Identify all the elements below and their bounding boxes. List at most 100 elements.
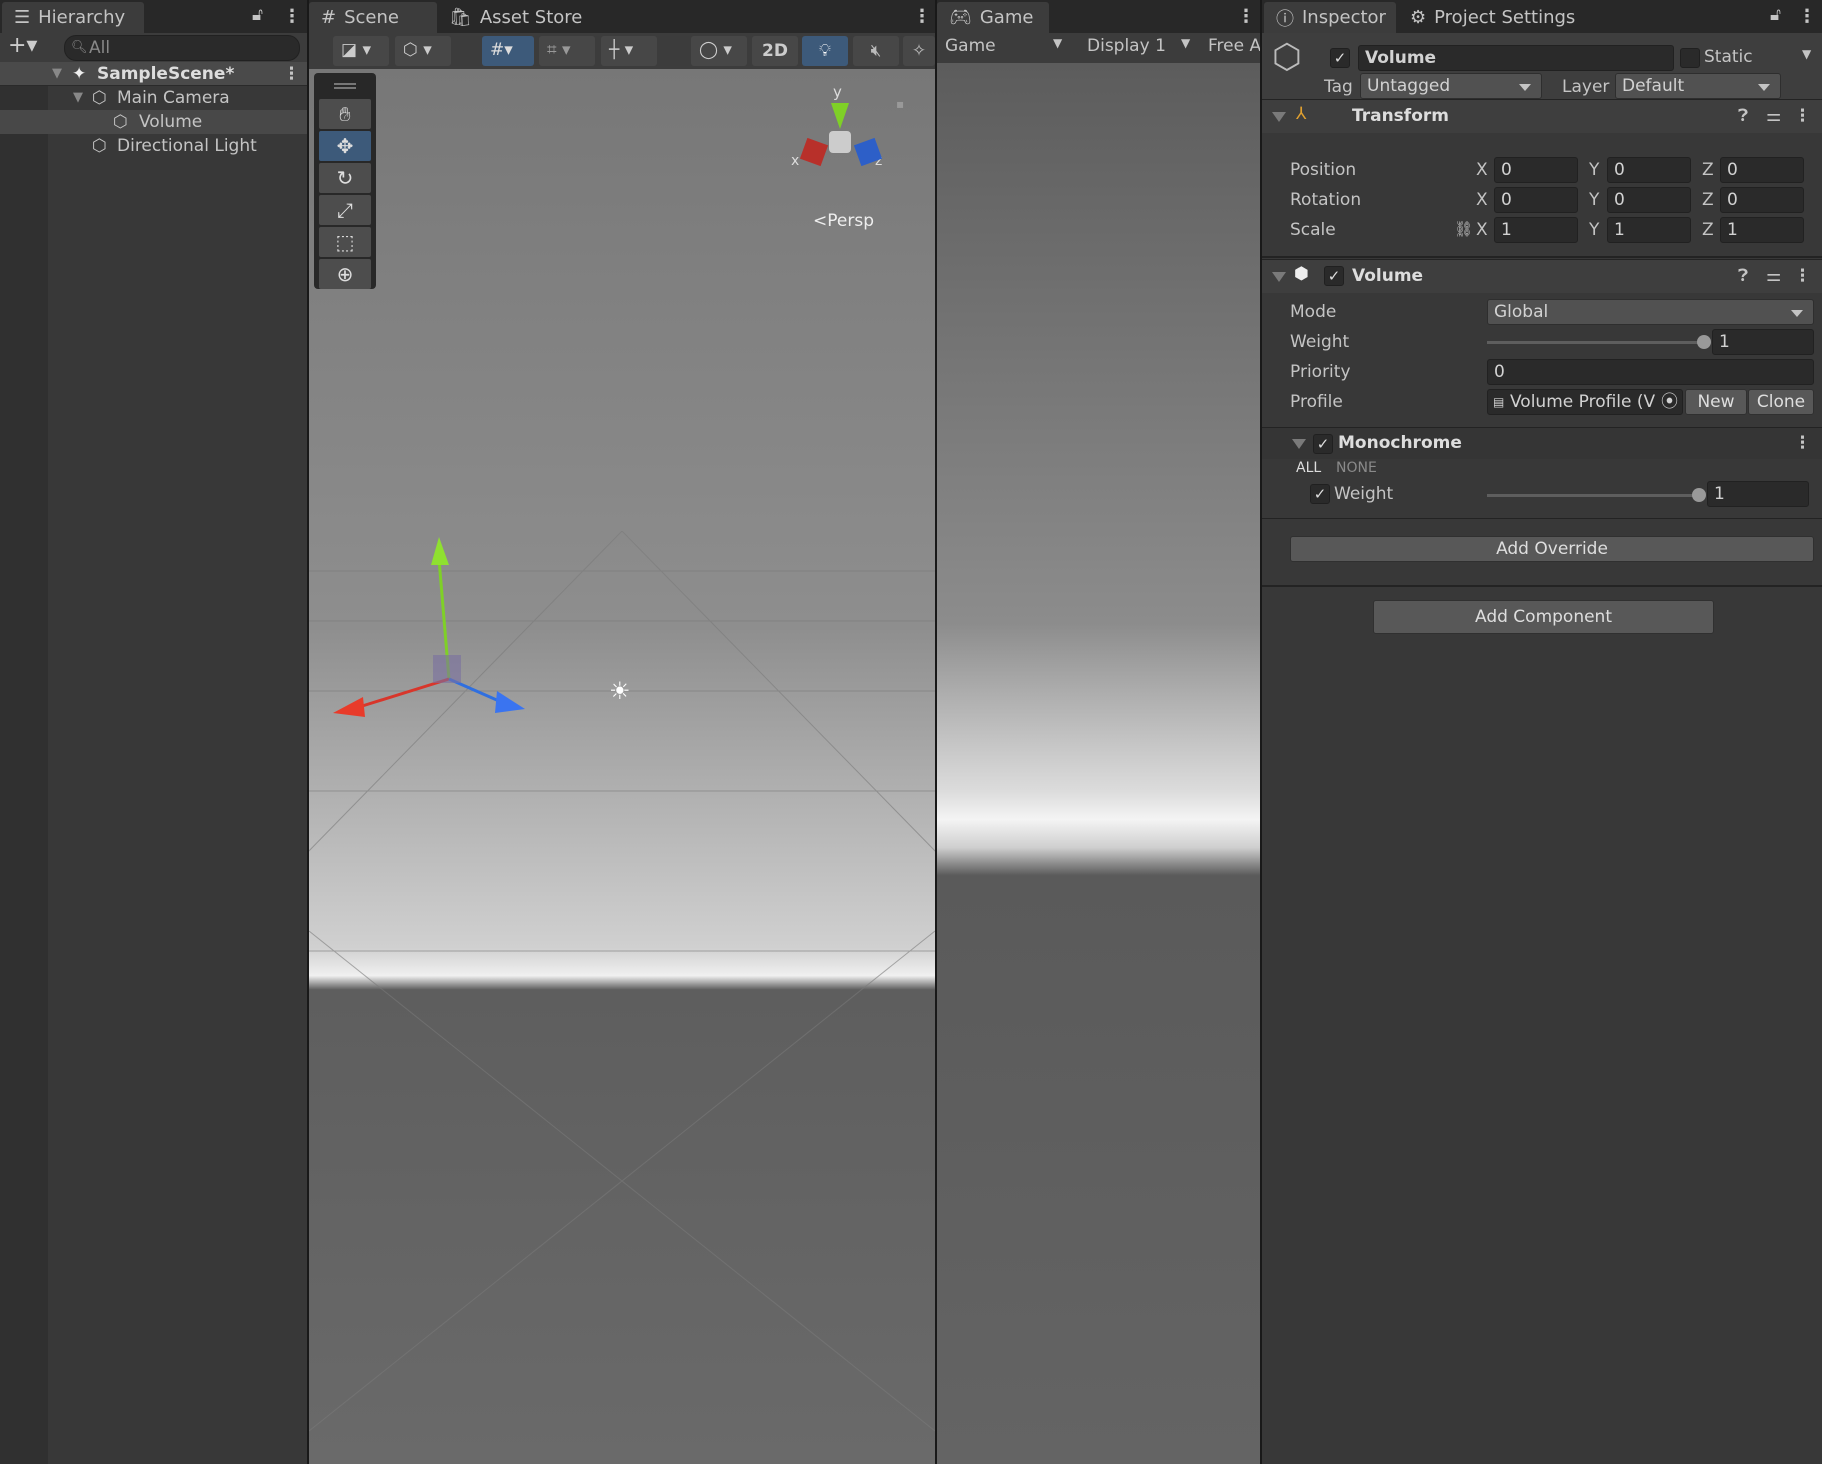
gameobject-cube-icon[interactable]: ⬡ <box>1272 37 1302 77</box>
active-checkbox[interactable]: ✓ <box>1330 48 1350 68</box>
position-y-input[interactable]: 0 <box>1607 157 1691 183</box>
move-tool-button[interactable]: ✥ <box>319 131 371 161</box>
game-view-dropdown[interactable]: Game ▼ <box>945 36 1071 56</box>
rotate-tool-button[interactable]: ↻ <box>319 163 371 193</box>
more-menu-icon[interactable]: ⋮ <box>1798 6 1816 27</box>
hierarchy-search-input[interactable]: All 🔍︎ <box>64 35 300 61</box>
transform-tool-button[interactable]: ⊕ <box>319 259 371 289</box>
priority-input[interactable]: 0 <box>1487 359 1814 385</box>
override-menu-icon[interactable]: ⋮ <box>1794 433 1811 453</box>
collapse-arrow-icon[interactable] <box>1272 272 1286 282</box>
position-x-input[interactable]: 0 <box>1494 157 1578 183</box>
add-override-button[interactable]: Add Override <box>1290 536 1814 562</box>
slider-thumb[interactable] <box>1697 335 1711 349</box>
rotation-x-input[interactable]: 0 <box>1494 187 1578 213</box>
weight-override-checkbox[interactable]: ✓ <box>1310 484 1330 504</box>
scale-y-input[interactable]: 1 <box>1607 217 1691 243</box>
scene-camera-dropdown[interactable]: ⬡ ▾ <box>395 36 451 66</box>
more-menu-icon[interactable]: ⋮ <box>283 6 301 27</box>
volume-header[interactable]: ⬢ ✓ Volume ❓︎ ⚌ ⋮ <box>1262 259 1822 293</box>
profile-value: Volume Profile (V <box>1510 392 1656 412</box>
profile-object-field[interactable]: ▤ Volume Profile (V ⦿ <box>1487 389 1683 415</box>
axis-label-x: X <box>1476 160 1488 180</box>
grid-snap-toggle[interactable]: #▾ <box>482 36 534 66</box>
add-component-button[interactable]: Add Component <box>1373 600 1714 634</box>
slider-thumb[interactable] <box>1692 488 1706 502</box>
tab-inspector[interactable]: ⓘ Inspector <box>1264 2 1396 33</box>
weight-input[interactable]: 1 <box>1712 329 1814 355</box>
constrain-proportions-icon[interactable]: ⛓︎ <box>1454 220 1473 238</box>
tab-asset-store[interactable]: 🛍︎ Asset Store <box>437 2 594 33</box>
static-checkbox[interactable] <box>1680 48 1700 68</box>
component-menu-icon[interactable]: ⋮ <box>1794 266 1811 286</box>
hierarchy-item-main-camera[interactable]: ▼ ⬡ Main Camera <box>0 86 307 110</box>
static-dropdown-icon[interactable]: ▼ <box>1802 47 1811 61</box>
tab-hierarchy[interactable]: ☰ Hierarchy <box>2 2 144 33</box>
monochrome-header[interactable]: ✓ Monochrome ⋮ <box>1262 427 1822 459</box>
new-profile-button[interactable]: New <box>1685 389 1747 415</box>
mono-weight-slider[interactable] <box>1487 488 1706 502</box>
weight-slider[interactable] <box>1487 335 1711 349</box>
orientation-gizmo[interactable]: y x z <box>789 83 909 183</box>
rect-tool-button[interactable]: ⬚ <box>319 227 371 257</box>
ruler-dropdown[interactable]: ┼ ▾ <box>601 36 657 66</box>
tag-dropdown[interactable]: Untagged <box>1360 73 1542 99</box>
rotation-y-input[interactable]: 0 <box>1607 187 1691 213</box>
collapse-arrow-icon[interactable] <box>1292 439 1306 449</box>
scale-x-input[interactable]: 1 <box>1494 217 1578 243</box>
volume-enabled-checkbox[interactable]: ✓ <box>1324 266 1344 286</box>
rotation-z-input[interactable]: 0 <box>1720 187 1804 213</box>
snap-increment-dropdown[interactable]: ⌗ ▾ <box>539 36 595 66</box>
tab-project-settings[interactable]: ⚙ Project Settings <box>1398 2 1587 33</box>
expand-arrow-icon[interactable]: ▼ <box>73 86 83 110</box>
item-label: Volume <box>139 112 203 132</box>
scene-tabbar: # Scene 🛍︎ Asset Store ⋮ <box>309 0 935 33</box>
overlay-drag-handle[interactable] <box>334 83 356 89</box>
2d-toggle[interactable]: 2D <box>752 36 798 66</box>
mode-dropdown[interactable]: Global <box>1487 299 1814 325</box>
gizmo-lock-icon[interactable]: ▪ <box>896 97 904 111</box>
transform-header[interactable]: ⅄ Transform ❓︎ ⚌ ⋮ <box>1262 99 1822 133</box>
select-none-button[interactable]: NONE <box>1336 460 1377 476</box>
more-menu-icon[interactable]: ⋮ <box>913 6 931 27</box>
audio-mute-icon[interactable]: 🔇︎ <box>853 36 899 66</box>
preset-icon[interactable]: ⚌ <box>1766 266 1781 286</box>
component-menu-icon[interactable]: ⋮ <box>1794 106 1811 126</box>
persp-toggle[interactable]: <Persp <box>813 211 874 231</box>
move-gizmo[interactable] <box>329 529 529 729</box>
effects-toggle-icon[interactable]: ✧ <box>903 36 935 66</box>
select-all-button[interactable]: ALL <box>1296 460 1321 476</box>
mono-weight-input[interactable]: 1 <box>1707 481 1809 507</box>
more-menu-icon[interactable]: ⋮ <box>1237 6 1255 27</box>
preset-icon[interactable]: ⚌ <box>1766 106 1781 126</box>
object-name-input[interactable]: Volume <box>1358 45 1674 71</box>
scale-tool-button[interactable]: ⤢ <box>319 195 371 225</box>
help-icon[interactable]: ❓︎ <box>1738 266 1748 286</box>
position-z-input[interactable]: 0 <box>1720 157 1804 183</box>
expand-arrow-icon[interactable]: ▼ <box>52 62 62 86</box>
monochrome-enabled-checkbox[interactable]: ✓ <box>1313 434 1333 454</box>
scene-menu-icon[interactable]: ⋮ <box>283 62 300 86</box>
hierarchy-item-directional-light[interactable]: ⬡ Directional Light <box>0 134 307 158</box>
clone-profile-button[interactable]: Clone <box>1748 389 1814 415</box>
display-dropdown[interactable]: Display 1 ▼ <box>1087 36 1197 56</box>
hierarchy-item-scene[interactable]: ▼ ✦ SampleScene* ⋮ <box>0 62 307 86</box>
scale-z-input[interactable]: 1 <box>1720 217 1804 243</box>
layer-dropdown[interactable]: Default <box>1615 73 1781 99</box>
aspect-dropdown[interactable]: Free A <box>1208 36 1260 56</box>
tab-game[interactable]: 🎮︎ Game <box>937 2 1049 33</box>
object-picker-icon[interactable]: ⦿ <box>1661 390 1678 414</box>
lock-icon[interactable]: 🔓︎ <box>252 5 263 25</box>
draw-mode-dropdown[interactable]: ◪ ▾ <box>333 36 389 66</box>
tab-scene[interactable]: # Scene <box>309 2 437 33</box>
hand-tool-button[interactable]: ✋︎ <box>319 99 371 129</box>
scene-viewport[interactable]: ☀ ✋︎ ✥ ↻ ⤢ ⬚ ⊕ y x z ▪ <Persp <box>309 69 935 1464</box>
hierarchy-item-volume[interactable]: ⬡ Volume <box>0 110 307 134</box>
directional-light-icon[interactable]: ☀ <box>609 677 631 705</box>
lock-icon[interactable]: 🔓︎ <box>1770 5 1781 25</box>
add-dropdown-button[interactable]: +▾ <box>8 33 37 58</box>
lighting-toggle-icon[interactable]: 💡︎ <box>802 36 848 66</box>
collapse-arrow-icon[interactable] <box>1272 112 1286 122</box>
help-icon[interactable]: ❓︎ <box>1738 106 1748 126</box>
shading-dropdown[interactable]: ◯ ▾ <box>691 36 747 66</box>
